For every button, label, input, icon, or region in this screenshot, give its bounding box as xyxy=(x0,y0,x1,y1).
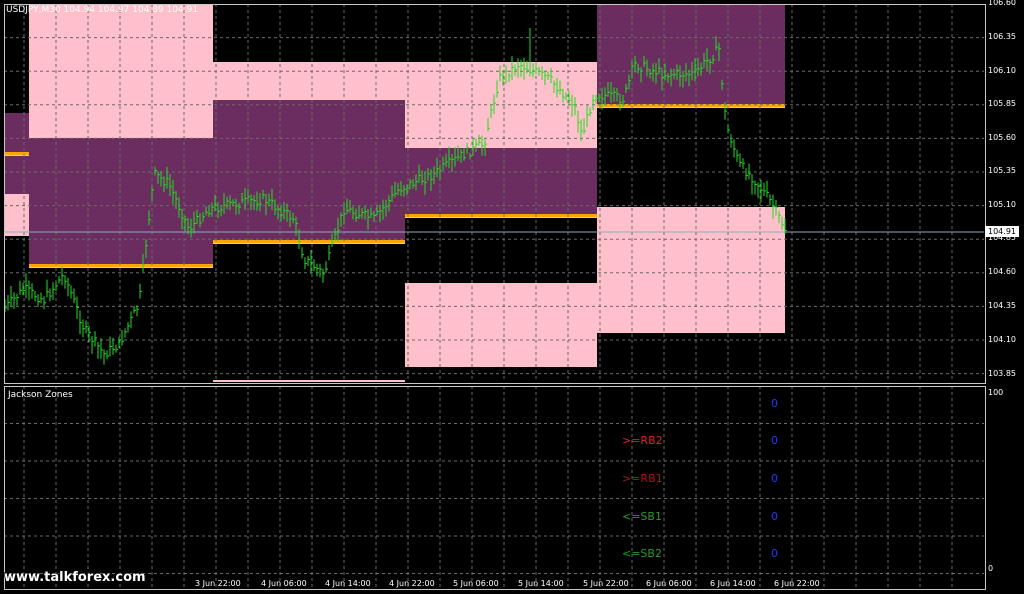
indicator-row-value: 0 xyxy=(771,472,778,485)
indicator-scale-min: 0 xyxy=(988,564,994,573)
indicator-row-value: 0 xyxy=(771,510,778,523)
indicator-row-value: 0 xyxy=(771,434,778,447)
indicator-row-value: 0 xyxy=(771,547,778,560)
time-tick-label: 4 Jun 06:00 xyxy=(261,579,307,588)
price-bars xyxy=(4,36,787,365)
price-tick-label: 103.85 xyxy=(988,369,1016,378)
price-svg xyxy=(4,4,984,382)
indicator-area[interactable] xyxy=(4,386,984,588)
price-tick-label: 105.35 xyxy=(988,166,1016,175)
indicator-row-label: <=SB2 xyxy=(622,547,662,560)
indicator-scale-max: 100 xyxy=(988,388,1004,397)
price-tick-label: 106.60 xyxy=(988,0,1016,7)
time-tick-label: 3 Jun 22:00 xyxy=(195,579,241,588)
time-tick-label: 6 Jun 06:00 xyxy=(646,579,692,588)
grid-lines xyxy=(4,386,984,588)
time-tick-label: 5 Jun 06:00 xyxy=(453,579,499,588)
grid-lines xyxy=(4,4,984,382)
price-tick-label: 105.10 xyxy=(988,200,1016,209)
time-tick-label: 6 Jun 14:00 xyxy=(710,579,756,588)
price-tick-label: 104.35 xyxy=(988,301,1016,310)
time-tick-label: 6 Jun 22:00 xyxy=(774,579,820,588)
time-tick-label: 5 Jun 22:00 xyxy=(583,579,629,588)
time-tick-label: 5 Jun 14:00 xyxy=(518,579,564,588)
indicator-row-label: >=RB1 xyxy=(622,472,663,485)
price-tick-label: 106.10 xyxy=(988,66,1016,75)
price-tick-label: 106.35 xyxy=(988,32,1016,41)
indicator-svg xyxy=(4,386,984,588)
current-price-tag: 104.91 xyxy=(985,226,1019,237)
mt4-chart-window: USDJPY,M30 104.94 104.97 104.89 104.91 1… xyxy=(0,0,1024,594)
indicator-title: Jackson Zones xyxy=(8,390,73,400)
price-tick-label: 104.10 xyxy=(988,335,1016,344)
symbol-title: USDJPY,M30 104.94 104.97 104.89 104.91 xyxy=(6,5,199,15)
price-tick-label: 105.85 xyxy=(988,99,1016,108)
time-tick-label: 4 Jun 22:00 xyxy=(389,579,435,588)
indicator-row-label: >=RB2 xyxy=(622,434,663,447)
price-tick-label: 105.60 xyxy=(988,133,1016,142)
watermark-text: www.talkforex.com xyxy=(4,570,146,585)
indicator-row-label: <=SB1 xyxy=(622,510,662,523)
time-tick-label: 4 Jun 14:00 xyxy=(325,579,371,588)
price-chart-area[interactable] xyxy=(4,4,984,382)
indicator-row-value: 0 xyxy=(771,397,778,410)
price-tick-label: 104.60 xyxy=(988,267,1016,276)
